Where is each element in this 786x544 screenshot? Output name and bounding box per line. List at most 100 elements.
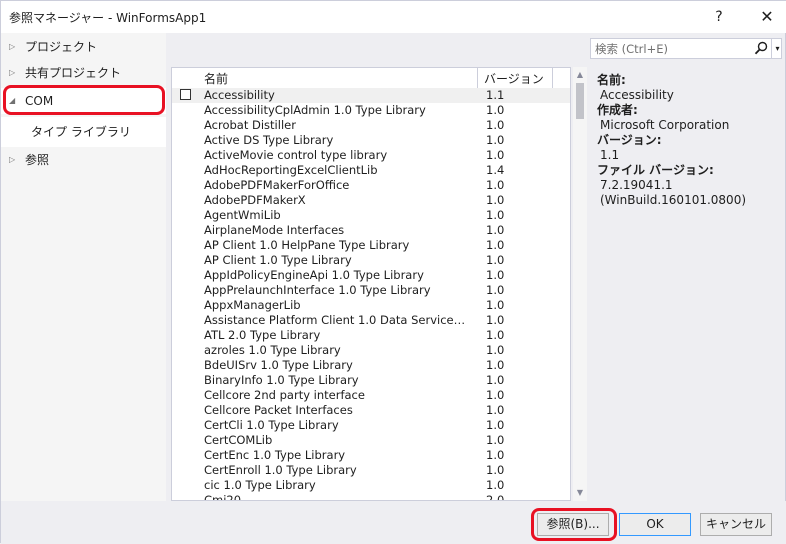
highlight-com-annotation bbox=[3, 85, 165, 115]
detail-file-version-value: 7.2.19041.1 bbox=[600, 178, 673, 192]
search-input[interactable] bbox=[591, 39, 759, 58]
table-row[interactable]: Active DS Type Library 1.0 bbox=[172, 133, 570, 148]
nav-item-type-libraries[interactable]: タイプ ライブラリ bbox=[1, 117, 166, 147]
expand-arrow-icon[interactable]: ▷ bbox=[9, 60, 15, 86]
table-row[interactable]: CertEnc 1.0 Type Library 1.0 bbox=[172, 448, 570, 463]
nav-item-label: 参照 bbox=[25, 153, 50, 167]
detail-version-label: バージョン: bbox=[597, 133, 662, 147]
table-row[interactable]: AgentWmiLib 1.0 bbox=[172, 208, 570, 223]
detail-file-version-build: (WinBuild.160101.0800) bbox=[600, 193, 747, 207]
expand-arrow-icon[interactable]: ▷ bbox=[9, 34, 15, 60]
table-row[interactable]: BdeUISrv 1.0 Type Library 1.0 bbox=[172, 358, 570, 373]
component-version: 1.0 bbox=[486, 208, 505, 222]
nav-item-label: プロジェクト bbox=[25, 40, 98, 54]
component-name: azroles 1.0 Type Library bbox=[204, 343, 341, 357]
component-name: AdobePDFMakerX bbox=[204, 193, 306, 207]
search-icon[interactable] bbox=[753, 40, 769, 57]
table-row[interactable]: CertCOMLib 1.0 bbox=[172, 433, 570, 448]
table-row[interactable]: AdobePDFMakerX 1.0 bbox=[172, 193, 570, 208]
expand-arrow-icon[interactable]: ▷ bbox=[9, 147, 15, 173]
table-row[interactable]: CertEnroll 1.0 Type Library 1.0 bbox=[172, 463, 570, 478]
component-version: 1.0 bbox=[486, 193, 505, 207]
component-version: 1.0 bbox=[486, 358, 505, 372]
detail-file-version-label: ファイル バージョン: bbox=[597, 163, 714, 177]
table-row[interactable]: AP Client 1.0 HelpPane Type Library 1.0 bbox=[172, 238, 570, 253]
table-row[interactable]: Assistance Platform Client 1.0 Data Serv… bbox=[172, 313, 570, 328]
component-version: 1.0 bbox=[486, 328, 505, 342]
reference-manager-window: 参照マネージャー - WinFormsApp1 ? ✕ ▷ プロジェクト ▷ 共… bbox=[0, 0, 786, 544]
table-row[interactable]: Cellcore 2nd party interface 1.0 bbox=[172, 388, 570, 403]
component-version: 1.0 bbox=[486, 403, 505, 417]
component-name: ATL 2.0 Type Library bbox=[204, 328, 321, 342]
component-name: AppPrelaunchInterface 1.0 Type Library bbox=[204, 283, 431, 297]
column-header-version[interactable]: バージョン bbox=[484, 70, 544, 87]
column-divider[interactable] bbox=[552, 68, 553, 88]
include-checkbox[interactable] bbox=[180, 89, 191, 100]
component-version: 1.0 bbox=[486, 298, 505, 312]
column-header-name[interactable]: 名前 bbox=[204, 70, 228, 87]
table-row[interactable]: Cellcore Packet Interfaces 1.0 bbox=[172, 403, 570, 418]
help-button[interactable]: ? bbox=[705, 5, 733, 29]
table-row[interactable]: AirplaneMode Interfaces 1.0 bbox=[172, 223, 570, 238]
component-version: 1.0 bbox=[486, 268, 505, 282]
component-version: 1.0 bbox=[486, 283, 505, 297]
table-row[interactable]: ATL 2.0 Type Library 1.0 bbox=[172, 328, 570, 343]
component-name: AgentWmiLib bbox=[204, 208, 281, 222]
component-version: 1.0 bbox=[486, 418, 505, 432]
component-name: Accessibility bbox=[204, 88, 275, 102]
component-list: 名前 バージョン Accessibility 1.1 AccessibilityCp… bbox=[171, 67, 571, 501]
component-name: Acrobat Distiller bbox=[204, 118, 296, 132]
component-name: BdeUISrv 1.0 Type Library bbox=[204, 358, 353, 372]
table-row[interactable]: AppPrelaunchInterface 1.0 Type Library 1.… bbox=[172, 283, 570, 298]
dialog-footer: 参照(B)... OK キャンセル bbox=[1, 501, 786, 544]
component-name: Active DS Type Library bbox=[204, 133, 334, 147]
component-name: CertEnroll 1.0 Type Library bbox=[204, 463, 357, 477]
table-row[interactable]: azroles 1.0 Type Library 1.0 bbox=[172, 343, 570, 358]
nav-item-shared-projects[interactable]: ▷ 共有プロジェクト bbox=[1, 60, 166, 86]
table-row[interactable]: AppIdPolicyEngineApi 1.0 Type Library 1.0 bbox=[172, 268, 570, 283]
ok-button[interactable]: OK bbox=[619, 513, 691, 536]
nav-item-label: 共有プロジェクト bbox=[25, 66, 122, 80]
table-row[interactable]: ActiveMovie control type library 1.0 bbox=[172, 148, 570, 163]
list-scrollbar[interactable]: ▲ ▼ bbox=[573, 67, 587, 501]
component-name: Assistance Platform Client 1.0 Data Serv… bbox=[204, 313, 469, 327]
component-name: AccessibilityCplAdmin 1.0 Type Library bbox=[204, 103, 426, 117]
component-version: 1.4 bbox=[486, 163, 505, 177]
component-version: 1.0 bbox=[486, 223, 505, 237]
scroll-thumb[interactable] bbox=[576, 83, 584, 119]
table-row[interactable]: Accessibility 1.1 bbox=[172, 88, 570, 103]
component-version: 1.0 bbox=[486, 373, 505, 387]
window-title: 参照マネージャー - WinFormsApp1 bbox=[9, 11, 207, 25]
detail-name-label: 名前: bbox=[597, 73, 626, 87]
title-bar: 参照マネージャー - WinFormsApp1 ? ✕ bbox=[1, 1, 786, 33]
search-box[interactable]: ▾ bbox=[590, 38, 782, 59]
table-row[interactable]: AP Client 1.0 Type Library 1.0 bbox=[172, 253, 570, 268]
search-options-dropdown[interactable]: ▾ bbox=[771, 39, 783, 58]
column-divider[interactable] bbox=[477, 68, 478, 88]
component-name: BinaryInfo 1.0 Type Library bbox=[204, 373, 359, 387]
detail-name-value: Accessibility bbox=[600, 88, 674, 102]
component-name: AdHocReportingExcelClientLib bbox=[204, 163, 378, 177]
component-name: AppxManagerLib bbox=[204, 298, 301, 312]
scroll-down-icon[interactable]: ▼ bbox=[573, 487, 587, 499]
component-version: 1.0 bbox=[486, 433, 505, 447]
table-row[interactable]: cic 1.0 Type Library 1.0 bbox=[172, 478, 570, 493]
highlight-browse-annotation bbox=[531, 508, 617, 541]
table-row[interactable]: BinaryInfo 1.0 Type Library 1.0 bbox=[172, 373, 570, 388]
component-version: 1.0 bbox=[486, 178, 505, 192]
table-row[interactable]: AccessibilityCplAdmin 1.0 Type Library 1.… bbox=[172, 103, 570, 118]
table-row[interactable]: Acrobat Distiller 1.0 bbox=[172, 118, 570, 133]
table-row[interactable]: AdHocReportingExcelClientLib 1.4 bbox=[172, 163, 570, 178]
table-row[interactable]: AdobePDFMakerForOffice 1.0 bbox=[172, 178, 570, 193]
component-name: Cellcore 2nd party interface bbox=[204, 388, 365, 402]
cancel-button[interactable]: キャンセル bbox=[700, 513, 772, 536]
nav-item-browse[interactable]: ▷ 参照 bbox=[1, 147, 166, 173]
details-panel: 名前: Accessibility 作成者: Microsoft Corpora… bbox=[597, 73, 783, 208]
nav-item-projects[interactable]: ▷ プロジェクト bbox=[1, 34, 166, 60]
table-row[interactable]: CertCli 1.0 Type Library 1.0 bbox=[172, 418, 570, 433]
close-button[interactable]: ✕ bbox=[753, 5, 781, 29]
component-version: 1.0 bbox=[486, 148, 505, 162]
scroll-up-icon[interactable]: ▲ bbox=[573, 69, 587, 81]
table-row[interactable]: AppxManagerLib 1.0 bbox=[172, 298, 570, 313]
table-row[interactable]: Cmi20 2.0 bbox=[172, 493, 570, 500]
